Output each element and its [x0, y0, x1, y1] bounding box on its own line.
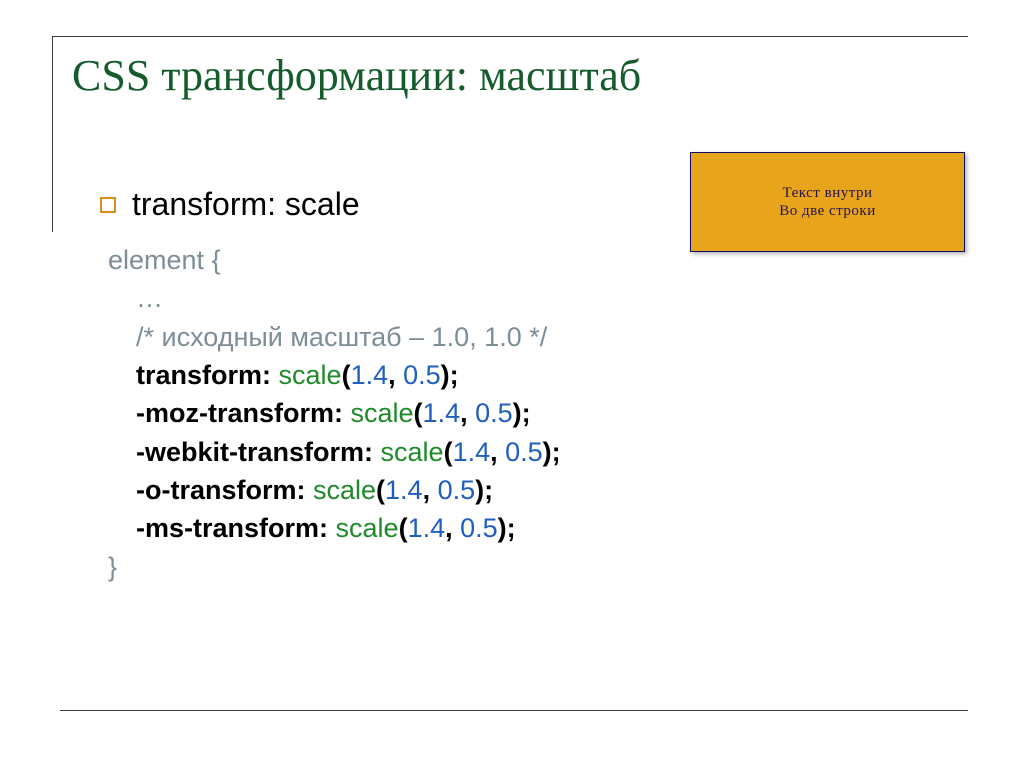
code-line: -webkit-transform: scale(1.4, 0.5);	[108, 433, 960, 471]
code-comment: /* исходный масштаб – 1.0, 1.0 */	[108, 318, 960, 356]
content-area: transform: scale element { … /* исходный…	[100, 186, 960, 586]
code-selector-line: element {	[108, 241, 960, 279]
square-bullet-icon	[100, 197, 116, 213]
decor-rule-bottom	[60, 710, 968, 711]
decor-rule-left	[52, 36, 53, 232]
code-selector: element	[108, 245, 204, 275]
code-line: -moz-transform: scale(1.4, 0.5);	[108, 394, 960, 432]
brace-open: {	[212, 245, 221, 275]
code-block: element { … /* исходный масштаб – 1.0, 1…	[100, 241, 960, 586]
decor-rule-top	[52, 36, 968, 37]
code-line: transform: scale(1.4, 0.5);	[108, 356, 960, 394]
slide-title: CSS трансформации: масштаб	[72, 50, 641, 101]
bullet-item: transform: scale	[100, 186, 960, 223]
code-ellipsis: …	[108, 279, 960, 317]
slide: CSS трансформации: масштаб Текст внутри …	[0, 0, 1024, 768]
code-line: -o-transform: scale(1.4, 0.5);	[108, 471, 960, 509]
code-line: -ms-transform: scale(1.4, 0.5);	[108, 509, 960, 547]
brace-close: }	[108, 548, 960, 586]
bullet-text: transform: scale	[132, 186, 360, 223]
